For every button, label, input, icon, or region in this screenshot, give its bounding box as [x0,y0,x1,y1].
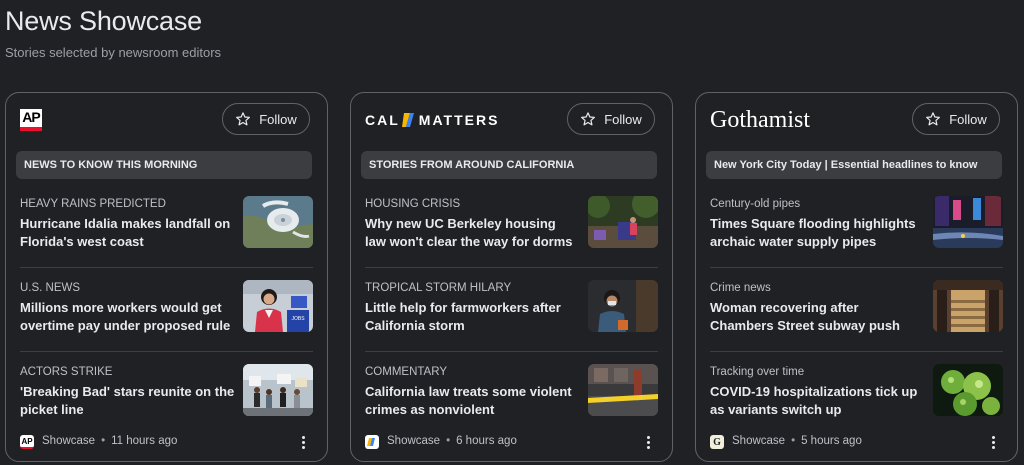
crime-scene-tape-image[interactable] [588,364,658,416]
footer-source[interactable]: Showcase [42,435,95,447]
footer-time: 5 hours ago [801,435,862,447]
footer-time: 11 hours ago [111,435,178,447]
section-header[interactable]: New York City Today | Essential headline… [706,151,1002,179]
story-item[interactable]: Century-old pipes Times Square flooding … [710,187,1003,269]
story-item[interactable]: ACTORS STRIKE 'Breaking Bad' stars reuni… [20,355,313,437]
story-kicker: HOUSING CRISIS [365,198,461,210]
story-headline[interactable]: Millions more workers would get overtime… [20,299,235,335]
publisher-card-ap: AP Follow NEWS TO KNOW THIS MORNING HEAV… [5,92,328,462]
gothamist-logo[interactable]: Gothamist [710,106,810,133]
star-icon [926,112,941,126]
page-subtitle: Stories selected by newsroom editors [5,45,222,60]
calmatters-logo-mark-icon [401,111,417,129]
story-headline[interactable]: Why new UC Berkeley housing law won't cl… [365,215,580,251]
story-headline[interactable]: California law treats some violent crime… [365,383,580,419]
card-header: CAL MATTERS Follow [351,93,672,145]
story-headline[interactable]: Woman recovering after Chambers Street s… [710,299,925,335]
story-kicker: ACTORS STRIKE [20,366,113,378]
story-item[interactable]: HEAVY RAINS PREDICTED Hurricane Idalia m… [20,187,313,269]
hurricane-satellite-image[interactable] [243,196,313,248]
story-item[interactable]: U.S. NEWS Millions more workers would ge… [20,271,313,353]
picket-line-image[interactable] [243,364,313,416]
card-header: Gothamist Follow [696,93,1017,145]
story-kicker: HEAVY RAINS PREDICTED [20,198,166,210]
page-title: News Showcase [5,6,202,36]
footer-meta: Showcase • 6 hours ago [387,435,517,447]
covid-virus-image[interactable] [933,364,1003,416]
section-header[interactable]: NEWS TO KNOW THIS MORNING [16,151,312,179]
card-footer: AP Showcase • 11 hours ago [20,432,313,452]
publisher-card-gothamist: Gothamist Follow New York City Today | E… [695,92,1018,462]
footer-meta: Showcase • 5 hours ago [732,435,862,447]
story-headline[interactable]: Little help for farmworkers after Califo… [365,299,580,335]
follow-label: Follow [949,111,987,127]
divider [365,351,658,352]
divider [20,267,313,268]
card-footer: G Showcase • 5 hours ago [710,432,1003,452]
farmworker-portrait-image[interactable] [588,280,658,332]
divider [20,351,313,352]
follow-button[interactable]: Follow [222,103,310,135]
subway-stairs-image[interactable] [933,280,1003,332]
story-kicker: Tracking over time [710,366,805,378]
footer-separator: • [791,435,796,447]
section-header[interactable]: STORIES FROM AROUND CALIFORNIA [361,151,657,179]
footer-source[interactable]: Showcase [732,435,785,447]
story-headline[interactable]: 'Breaking Bad' stars reunite on the pick… [20,383,235,419]
park-tents-image[interactable] [588,196,658,248]
footer-time: 6 hours ago [456,435,517,447]
gothamist-logo-text: Gothamist [710,106,810,133]
divider [710,267,1003,268]
more-options-icon[interactable] [638,432,658,452]
calmatters-logo-text: CAL [365,112,400,128]
star-icon [236,112,251,126]
publisher-card-calmatters: CAL MATTERS Follow STORIES FROM AROUND C… [350,92,673,462]
story-headline[interactable]: Hurricane Idalia makes landfall on Flori… [20,215,235,251]
story-item[interactable]: Crime news Woman recovering after Chambe… [710,271,1003,353]
follow-button[interactable]: Follow [912,103,1000,135]
ap-logo[interactable]: AP [20,108,42,132]
card-header: AP Follow [6,93,327,145]
story-item[interactable]: COMMENTARY California law treats some vi… [365,355,658,437]
svg-text:JOBS: JOBS [291,316,305,322]
more-options-icon[interactable] [983,432,1003,452]
follow-label: Follow [259,111,297,127]
follow-button[interactable]: Follow [567,103,655,135]
divider [710,351,1003,352]
story-kicker: COMMENTARY [365,366,447,378]
card-footer: Showcase • 6 hours ago [365,432,658,452]
calmatters-logo-text: MATTERS [418,112,500,128]
speaker-podium-image[interactable]: JOBS [243,280,313,332]
story-kicker: TROPICAL STORM HILARY [365,282,512,294]
times-square-flood-image[interactable] [933,196,1003,248]
calmatters-favicon-icon [365,435,379,449]
ap-favicon-icon: AP [20,435,34,449]
footer-meta: Showcase • 11 hours ago [42,435,177,447]
footer-source[interactable]: Showcase [387,435,440,447]
footer-separator: • [101,435,106,447]
footer-separator: • [446,435,451,447]
follow-label: Follow [604,111,642,127]
star-icon [581,112,596,126]
story-item[interactable]: TROPICAL STORM HILARY Little help for fa… [365,271,658,353]
more-options-icon[interactable] [293,432,313,452]
story-headline[interactable]: COVID-19 hospitalizations tick up as var… [710,383,925,419]
divider [365,267,658,268]
calmatters-logo[interactable]: CAL MATTERS [365,108,499,132]
story-kicker: U.S. NEWS [20,282,81,294]
story-item[interactable]: HOUSING CRISIS Why new UC Berkeley housi… [365,187,658,269]
ap-logo-mark: AP [20,109,42,131]
story-headline[interactable]: Times Square flooding highlights archaic… [710,215,925,251]
story-kicker: Century-old pipes [710,198,801,210]
story-kicker: Crime news [710,282,771,294]
story-item[interactable]: Tracking over time COVID-19 hospitalizat… [710,355,1003,437]
gothamist-favicon-icon: G [710,435,724,449]
